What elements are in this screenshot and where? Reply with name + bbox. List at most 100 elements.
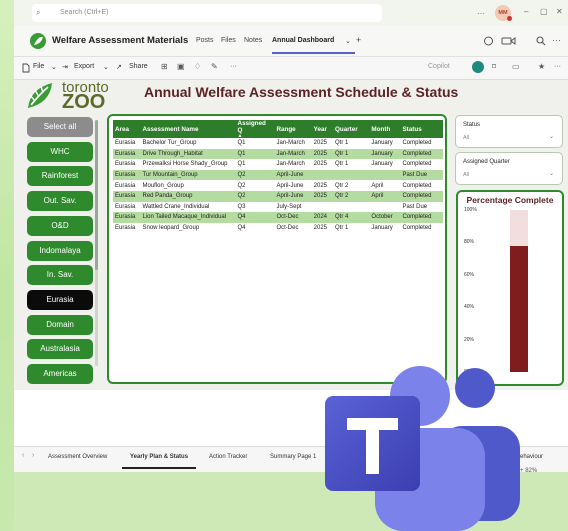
table-cell: Completed (402, 161, 432, 168)
chat-icon[interactable] (483, 36, 494, 46)
y-tick-label: 60% (464, 271, 475, 278)
table-row[interactable]: Eurasia Tur Mountain_Group Q2 April-June Pas… (113, 169, 443, 181)
view-menu-icon[interactable]: ▭ (512, 62, 520, 71)
slicer-scrollbar[interactable] (95, 120, 98, 366)
bell-icon[interactable]: ♢ (194, 62, 201, 71)
bookmark-icon[interactable]: ⊞ (161, 62, 168, 71)
y-tick-label: 80% (464, 239, 475, 246)
column-header[interactable]: Status (400, 120, 443, 138)
table-cell: Past Due (400, 169, 443, 181)
table-cell: Oct-Dec (276, 225, 299, 232)
avatar-initials: MM (498, 10, 508, 16)
column-header[interactable]: Year (311, 120, 333, 138)
table-cell: Q3 (237, 203, 246, 210)
bookmark-menu-icon[interactable]: ⌑ (492, 62, 496, 71)
table-cell: Eurasia (115, 182, 136, 189)
video-icon[interactable] (501, 36, 517, 46)
table-cell: April-June (274, 190, 312, 202)
file-menu[interactable]: File (33, 63, 44, 70)
add-tab-icon[interactable]: + (356, 35, 361, 45)
table-row[interactable]: Eurasia Wattled Crane_Individual Q3 July-Se… (113, 202, 443, 213)
table-cell: 2025 (311, 190, 333, 202)
column-header[interactable]: Quarter (332, 120, 370, 138)
maximize-button[interactable]: ▢ (540, 7, 548, 16)
column-header[interactable]: Month (369, 120, 401, 138)
chevron-down-icon[interactable]: ⌄ (345, 37, 351, 45)
area-button-out-sav[interactable]: Out. Sav. (27, 191, 93, 212)
column-header[interactable]: Area (113, 120, 141, 138)
edit-icon[interactable]: ✎ (211, 62, 218, 71)
tab-notes[interactable]: Notes (244, 37, 262, 44)
area-button-select-all[interactable]: Select all (27, 117, 93, 137)
table-cell: Tur Mountain_Group (140, 169, 236, 181)
avatar[interactable]: MM (495, 5, 512, 21)
table-cell: July-Sept (276, 203, 302, 210)
table-row[interactable]: Eurasia Red Panda_Group Q2 April-June 2025 Qt… (113, 190, 443, 202)
status-slicer[interactable]: Status All ⌄ (455, 115, 563, 148)
table-row[interactable]: Eurasia Snow leopard_Group Q4 Oct-Dec 2025 Qt… (113, 223, 443, 234)
tab-annual-dashboard[interactable]: Annual Dashboard (272, 37, 334, 44)
tab-posts[interactable]: Posts (196, 37, 214, 44)
assigned-quarter-slicer[interactable]: Assigned Quarter All ⌄ (455, 152, 563, 185)
table-row[interactable]: Eurasia Przewalksi Horse Shady_Group Q1 Jan… (113, 159, 443, 170)
table-row[interactable]: Eurasia Mouflon_Group Q2 April-June 2025 Qtr … (113, 180, 443, 191)
more-icon[interactable]: ··· (552, 35, 561, 45)
share-button[interactable]: Share (129, 63, 148, 70)
area-button-australasia[interactable]: Australasia (27, 339, 93, 360)
page-tab-summary-page-1[interactable]: Summary Page 1 (270, 454, 316, 460)
area-button-indomalaya[interactable]: Indomalaya (27, 240, 93, 261)
search-input[interactable]: ⌕ Search (Ctrl+E) (32, 4, 382, 22)
page-tab-assessment-overview[interactable]: Assessment Overview (48, 454, 107, 460)
favorite-star-icon[interactable]: ★ (538, 62, 545, 71)
page-tab-action-tracker[interactable]: Action Tracker (209, 454, 247, 460)
tab-files[interactable]: Files (221, 37, 236, 44)
column-header[interactable]: Range (274, 120, 312, 138)
more-options-icon[interactable]: ··· (477, 9, 485, 18)
export-menu[interactable]: Export (74, 63, 94, 70)
schedule-table: Area Assessment Name Assigned Q ▲ Range Year Q… (107, 114, 447, 384)
area-button-o-d[interactable]: O&D (27, 215, 93, 236)
area-button-eurasia[interactable]: Eurasia (27, 289, 93, 310)
area-button-rainforest[interactable]: Rainforest (27, 166, 93, 187)
table-row[interactable]: Eurasia Bachelor Tur_Group Q1 Jan-March 2025… (113, 138, 443, 149)
table-cell: Eurasia (113, 169, 141, 181)
prev-page-icon[interactable]: ‹ (22, 452, 24, 459)
scrollbar-thumb[interactable] (95, 120, 98, 270)
percentage-bar[interactable] (510, 245, 528, 372)
logo-text-bottom: ZOO (62, 91, 106, 113)
table-cell: Snow leopard_Group (142, 225, 200, 232)
microsoft-teams-logo-icon (325, 366, 520, 531)
next-page-icon[interactable]: › (32, 452, 34, 459)
table-cell: April-June (274, 169, 312, 181)
search-icon[interactable] (536, 36, 546, 46)
table-cell: 2025 (313, 182, 327, 189)
chevron-down-icon: ⌄ (103, 64, 109, 71)
table-cell (333, 202, 369, 213)
table-cell: Qtr 1 (334, 225, 349, 232)
area-button-americas[interactable]: Americas (27, 364, 93, 384)
area-button-whc[interactable]: WHC (27, 141, 93, 162)
table-cell: Completed (400, 190, 443, 202)
area-button-in-sav[interactable]: In. Sav. (27, 265, 93, 286)
table-cell: Q2 (237, 182, 246, 189)
table-cell: Completed (402, 182, 432, 189)
column-header[interactable]: Assessment Name (140, 120, 236, 138)
export-icon: ⇥ (62, 64, 68, 71)
more-icon[interactable]: ··· (230, 63, 237, 70)
table-cell: Q4 (235, 212, 275, 223)
view-icon[interactable]: ▣ (177, 62, 185, 71)
minimize-button[interactable]: – (524, 7, 528, 16)
active-page-indicator (122, 467, 196, 469)
table-row[interactable]: Eurasia Lion Tailed Macaque_Individual Q4 O… (113, 212, 443, 223)
refresh-icon[interactable] (472, 61, 484, 73)
more-icon[interactable]: ··· (554, 63, 561, 70)
column-header[interactable]: Assigned Q ▲ (235, 120, 275, 139)
copilot-button[interactable]: Copilot (428, 63, 450, 70)
column-header-label: Quarter (334, 125, 358, 133)
page-tab-yearly-plan[interactable]: Yearly Plan & Status (130, 454, 188, 460)
chevron-down-icon: ⌄ (548, 171, 554, 177)
close-button[interactable]: ✕ (556, 7, 563, 16)
area-button-domain[interactable]: Domain (27, 314, 93, 335)
column-header-label: Range (276, 125, 296, 133)
table-row[interactable]: Eurasia Drive Through_Habitat Q1 Jan-March 2… (113, 148, 443, 160)
